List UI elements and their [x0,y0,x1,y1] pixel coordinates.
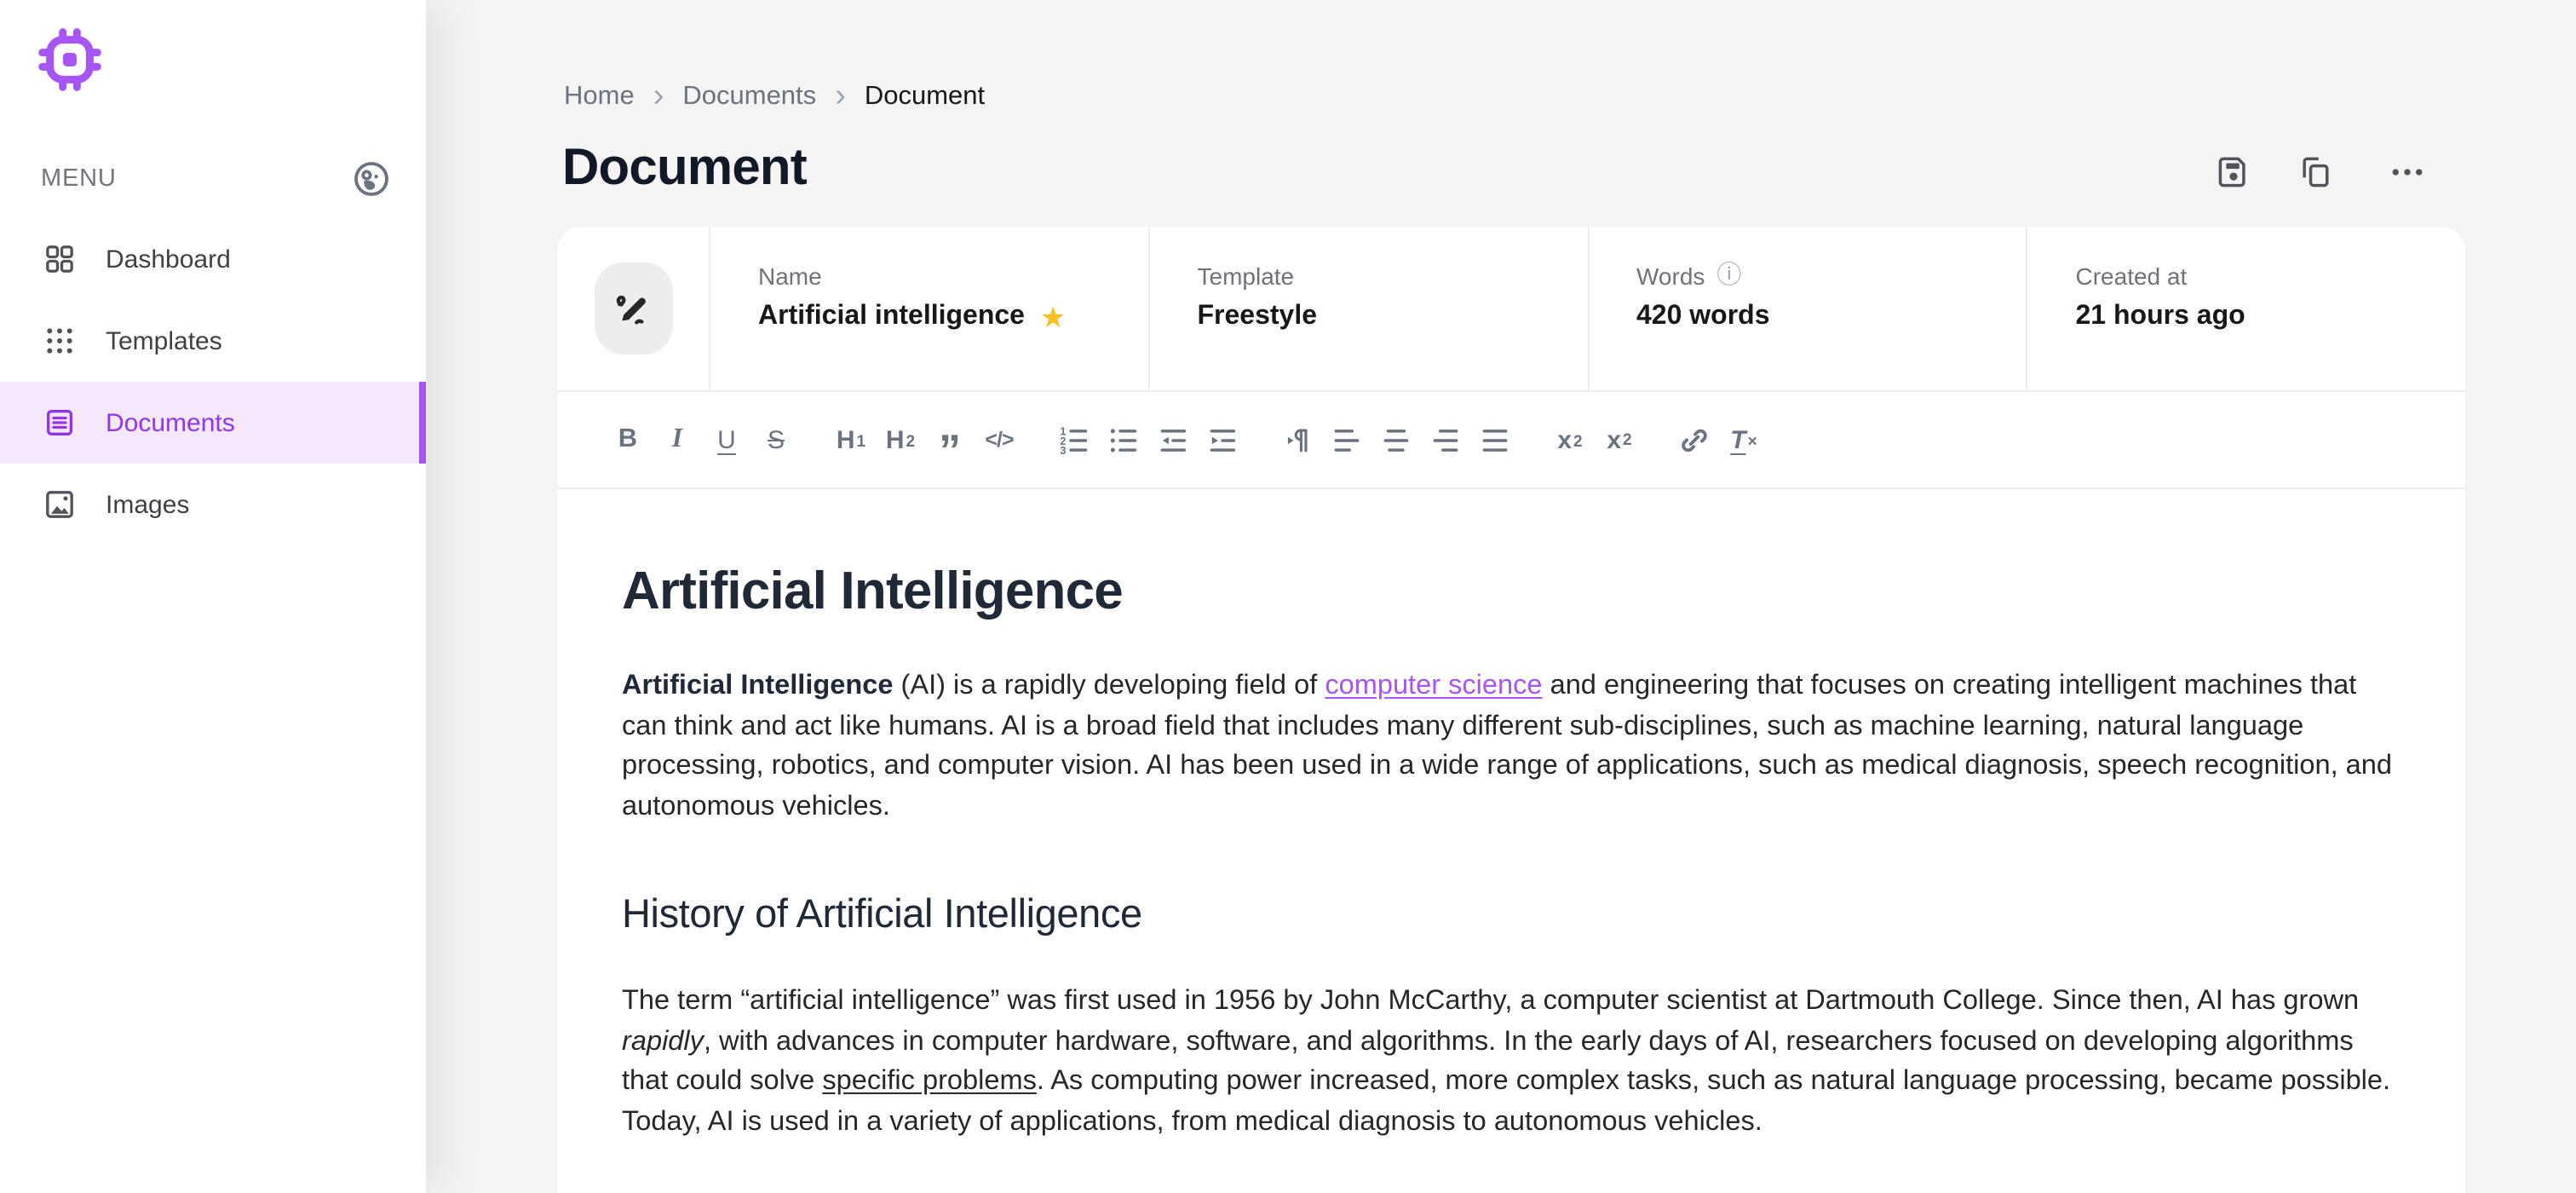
editor-area[interactable]: Artificial Intelligence Artificial Intel… [557,489,2465,1142]
plain-text: (AI) is a rapidly developing field of [893,670,1325,700]
sidebar-item-images[interactable]: Images [0,464,426,545]
align-center-button[interactable] [1375,418,1417,462]
field-words: Words ⓘ 420 words [1587,227,2027,390]
underline-button[interactable]: U [705,418,748,462]
menu-row: MENU [41,158,392,199]
svg-text:3: 3 [1060,444,1066,456]
document-card: Name Artificial intelligence ★ Template … [557,227,2465,1193]
sidebar-item-label: Documents [106,408,235,437]
sidebar-item-label: Templates [106,326,222,355]
pen-scribble-icon [615,295,645,325]
doc-heading-2: History of Artificial Intelligence [622,891,1142,936]
template-value: Freestyle [1197,302,1318,331]
field-label: Words [1636,262,1705,290]
save-icon [2218,157,2245,187]
chevron-right-icon: › [835,78,846,113]
field-created-at: Created at 21 hours ago [2026,227,2466,390]
breadcrumb-home[interactable]: Home [564,82,635,112]
sidebar-item-label: Images [106,490,190,519]
align-left-icon [1334,429,1360,451]
chip-icon[interactable] [36,26,104,94]
bullet-list-button[interactable] [1102,418,1145,462]
dashboard-icon [46,245,73,273]
link-icon [1682,428,1707,452]
align-justify-button[interactable] [1474,418,1516,462]
sidebar-item-label: Dashboard [106,245,231,274]
sidebar: MENU Dashboard Templates Documents Image… [0,0,426,1193]
field-template: Template Freestyle [1147,227,1588,390]
computer-science-link[interactable]: computer science [1325,670,1542,700]
header-actions [2215,153,2426,191]
clear-formatting-button[interactable]: T × [1722,418,1765,462]
main-area: Home › Documents › Document Document Nam… [426,0,2576,1193]
breadcrumb-current: Document [864,82,986,111]
ordered-list-icon: 1 2 3 [1060,425,1088,456]
document-type-badge[interactable] [594,262,672,354]
word-count-value: 420 words [1636,302,1770,331]
sidebar-item-templates[interactable]: Templates [0,300,426,382]
heading1-button[interactable]: H1 [830,418,872,462]
face-icon[interactable] [351,158,392,199]
image-icon [46,491,73,518]
breadcrumb: Home › Documents › Document [564,78,986,113]
align-left-button[interactable] [1325,418,1368,462]
star-icon[interactable]: ★ [1040,303,1067,331]
info-icon[interactable]: ⓘ [1716,263,1741,289]
active-indicator [419,382,426,464]
menu-label: MENU [41,165,117,193]
formatting-toolbar: B I U S H1 H2 ” </> 1 2 3 x 2 x 2 T × [557,392,2465,489]
superscript-button[interactable]: x2 [1598,418,1641,462]
document-type-cell [557,227,709,390]
subscript-button[interactable]: x2 [1549,418,1591,462]
align-right-button[interactable] [1424,418,1467,462]
doc-heading-1: Artificial Intelligence [622,561,1124,620]
bullet-list-icon [1110,428,1137,452]
italic-button[interactable]: I [656,418,699,462]
underlined-text: specific problems [822,1065,1037,1096]
document-icon [47,410,72,435]
bold-text: Artificial Intelligence [622,670,894,700]
heading2-button[interactable]: H2 [879,418,922,462]
field-label: Template [1197,262,1295,290]
sidebar-item-dashboard[interactable]: Dashboard [0,218,426,300]
link-button[interactable] [1673,418,1716,462]
document-name-value: Artificial intelligence [758,302,1025,331]
copy-icon [2303,157,2329,187]
info-bar: Name Artificial intelligence ★ Template … [557,227,2465,392]
text-direction-icon [1287,428,1308,452]
bold-button[interactable]: B [607,418,649,462]
blockquote-button[interactable]: ” [929,428,971,472]
doc-paragraph-1: Artificial Intelligence (AI) is a rapidl… [622,666,2401,827]
align-right-icon [1433,429,1458,451]
align-center-icon [1383,429,1409,451]
indent-button[interactable] [1201,418,1244,462]
text-direction-button[interactable] [1276,418,1319,462]
ellipsis-icon [2392,169,2423,176]
grid-dots-icon [47,328,72,354]
field-name: Name Artificial intelligence ★ [709,227,1148,390]
align-justify-icon [1482,429,1508,451]
page-title: Document [562,140,808,196]
outdent-icon [1160,429,1187,451]
chevron-right-icon: › [653,78,664,113]
ordered-list-button[interactable]: 1 2 3 [1053,418,1095,462]
doc-paragraph-2: The term “artificial intelligence” was f… [622,982,2401,1142]
italic-text: rapidly [622,1025,704,1056]
more-button[interactable] [2389,153,2426,191]
plain-text: The term “artificial intelligence” was f… [622,985,2360,1016]
outdent-button[interactable] [1152,418,1194,462]
sidebar-item-documents[interactable]: Documents [0,382,426,464]
app: MENU Dashboard Templates Documents Image… [0,0,2576,1193]
created-at-value: 21 hours ago [2075,302,2245,331]
code-button[interactable]: </> [978,418,1021,462]
breadcrumb-documents[interactable]: Documents [682,82,816,112]
sidebar-nav: Dashboard Templates Documents Images [0,218,426,545]
save-button[interactable] [2215,153,2252,191]
field-label: Name [758,262,822,290]
strikethrough-button[interactable]: S [755,418,797,462]
copy-button[interactable] [2297,153,2334,191]
field-label: Created at [2075,262,2188,290]
indent-icon [1210,429,1236,451]
